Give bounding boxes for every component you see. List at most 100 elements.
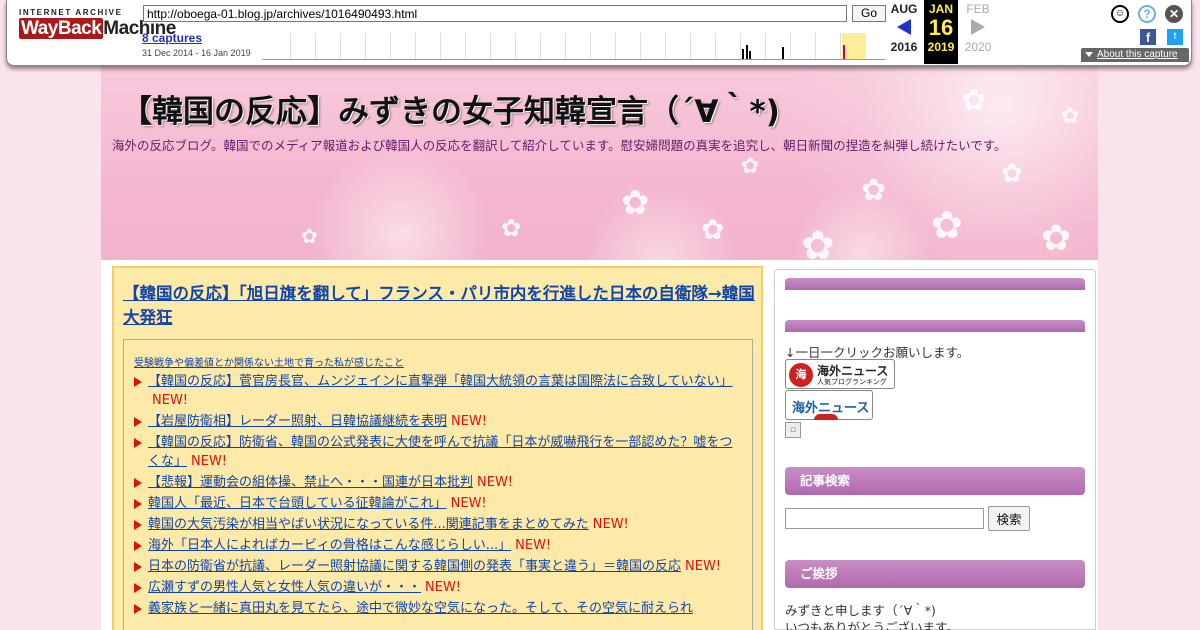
blossom-icon: ✿ bbox=[1001, 159, 1023, 189]
list-item: 韓国人「最近、日本で台頭している征韓論がこれ」 NEW! bbox=[134, 494, 742, 513]
blossom-icon: ✿ bbox=[1061, 104, 1080, 129]
blog-description: 海外の反応ブログ。韓国でのメディア報道および韓国人の反応を翻訳して紹介しています… bbox=[112, 138, 1007, 153]
wayback-current-month: JAN bbox=[928, 2, 953, 16]
new-badge: NEW! bbox=[477, 475, 514, 490]
facebook-icon[interactable]: f bbox=[1140, 29, 1156, 45]
related-link[interactable]: 【韓国の反応】菅官房長官、ムンジェインに直撃弾「韓国大統領の言葉は国際法に合致し… bbox=[148, 374, 733, 389]
sidebar-heading-empty bbox=[785, 320, 1085, 332]
greeting-heading: ご挨拶 bbox=[785, 560, 1085, 588]
user-icon[interactable]: ☺ bbox=[1111, 5, 1129, 23]
list-item: 広瀬すずの男性人気と女性人気の違いが・・・ NEW! bbox=[134, 578, 742, 597]
blossom-icon: ✿ bbox=[501, 214, 522, 242]
new-badge: NEW! bbox=[450, 496, 487, 511]
triangle-icon bbox=[134, 438, 142, 448]
list-item: 義家族と一緒に真田丸を見てたら、途中で微妙な空気になった。そして、その空気に耐え… bbox=[134, 599, 742, 618]
about-capture-button[interactable]: About this capture bbox=[1081, 48, 1189, 62]
related-heading-link[interactable]: 受験戦争や偏差値とか関係ない土地で育った私が感じたこと bbox=[134, 354, 742, 369]
triangle-icon bbox=[134, 520, 142, 530]
search-heading: 記事検索 bbox=[785, 467, 1085, 495]
blossom-icon: ✿ bbox=[861, 173, 887, 208]
broken-image-icon[interactable]: ▫ bbox=[785, 422, 801, 438]
related-link[interactable]: 【岩屋防衛相】レーダー照射、日韓協議継続を表明 bbox=[148, 414, 447, 429]
related-link[interactable]: 広瀬すずの男性人気と女性人気の違いが・・・ bbox=[148, 580, 421, 595]
greeting-line: いつもありがとうございます。 bbox=[785, 620, 959, 630]
content-area: 【韓国の反応】「旭日旗を翻して」フランス・パリ市内を行進した日本の自衛隊→韓国大… bbox=[101, 260, 1098, 630]
related-articles: 受験戦争や偏差値とか関係ない土地で育った私が感じたこと 【韓国の反応】菅官房長官… bbox=[123, 339, 753, 630]
wayback-prev-month[interactable]: AUG 2016 bbox=[887, 0, 921, 64]
triangle-icon bbox=[134, 541, 142, 551]
wayback-logo[interactable]: INTERNET ARCHIVE WayBack Machine bbox=[19, 8, 176, 50]
wayback-logo-way: WayBack bbox=[19, 18, 104, 39]
wayback-captures-link[interactable]: 8 captures bbox=[142, 31, 202, 45]
chevron-down-icon bbox=[1085, 51, 1093, 57]
wayback-toolbar: INTERNET ARCHIVE WayBackMachine Go 8 cap… bbox=[6, 0, 1192, 66]
wayback-logo-top: INTERNET ARCHIVE bbox=[19, 8, 123, 17]
blossom-icon: ✿ bbox=[701, 213, 725, 246]
wayback-current-date: JAN 16 2019 bbox=[924, 0, 958, 64]
related-link[interactable]: 海外「日本人によればカービィの骨格はこんな感じらしい...」 bbox=[148, 538, 511, 553]
ranking-banner-1[interactable]: 海 海外ニュース 人気ブログランキング bbox=[785, 359, 895, 389]
new-badge: NEW! bbox=[451, 414, 488, 429]
triangle-icon bbox=[134, 583, 142, 593]
wayback-sparkline[interactable] bbox=[262, 33, 885, 60]
article-title-link[interactable]: 【韓国の反応】「旭日旗を翻して」フランス・パリ市内を行進した日本の自衛隊→韓国大… bbox=[123, 282, 758, 330]
blossom-icon: ✿ bbox=[961, 83, 987, 118]
blossom-icon: ✿ bbox=[931, 203, 963, 247]
ranking-banner-subtitle: 人気ブログランキング bbox=[817, 378, 887, 386]
new-badge: NEW! bbox=[685, 559, 722, 574]
article: 【韓国の反応】「旭日旗を翻して」フランス・パリ市内を行進した日本の自衛隊→韓国大… bbox=[112, 266, 763, 630]
new-badge: NEW! bbox=[592, 517, 629, 532]
blog-title[interactable]: 【韓国の反応】みずきの女子知韓宣言（´∀｀*) bbox=[121, 86, 780, 131]
search-input[interactable] bbox=[785, 508, 984, 529]
new-badge: NEW! bbox=[152, 393, 189, 408]
wayback-date-range: 31 Dec 2014 - 16 Jan 2019 bbox=[142, 48, 251, 58]
related-link[interactable]: 日本の防衛省が抗議、レーダー照射協議に関する韓国側の発表「事実と違う」＝韓国の反… bbox=[148, 559, 681, 574]
list-item: 【韓国の反応】防衛省、韓国の公式発表に大使を呼んで抗議「日本が威嚇飛行を一部認め… bbox=[134, 433, 742, 471]
wayback-current-year: 2019 bbox=[927, 40, 955, 54]
related-link[interactable]: 【悲報】運動会の組体操、禁止へ・・・国連が日本批判 bbox=[148, 475, 473, 490]
wayback-next-year: 2020 bbox=[964, 40, 992, 54]
search-button[interactable]: 検索 bbox=[988, 506, 1030, 531]
wayback-next-month[interactable]: FEB 2020 bbox=[961, 0, 995, 64]
related-link[interactable]: 韓国人「最近、日本で台頭している征韓論がこれ」 bbox=[148, 496, 447, 511]
blossom-icon: ✿ bbox=[301, 224, 318, 248]
wayback-url-input[interactable] bbox=[143, 5, 847, 22]
blossom-icon: ✿ bbox=[1041, 218, 1072, 259]
close-icon[interactable]: ✕ bbox=[1165, 5, 1183, 23]
wayback-prev-month-label: AUG bbox=[890, 2, 918, 16]
wayback-current-day: 16 bbox=[928, 15, 954, 40]
list-item: 海外「日本人によればカービィの骨格はこんな感じらしい...」 NEW! bbox=[134, 536, 742, 555]
about-capture-label: About this capture bbox=[1097, 49, 1178, 60]
new-badge: NEW! bbox=[191, 454, 228, 469]
wayback-go-button[interactable]: Go bbox=[852, 5, 886, 22]
blossom-icon: ✿ bbox=[741, 154, 760, 179]
related-link[interactable]: 韓国の大気汚染が相当やばい状況になっている件...関連記事をまとめてみた bbox=[148, 517, 589, 532]
arrow-right-icon[interactable] bbox=[971, 19, 985, 35]
list-item: 【岩屋防衛相】レーダー照射、日韓協議継続を表明 NEW! bbox=[134, 412, 742, 431]
triangle-icon bbox=[134, 417, 142, 427]
half-circle-icon bbox=[814, 414, 838, 420]
help-icon[interactable]: ? bbox=[1138, 5, 1156, 23]
triangle-icon bbox=[134, 478, 142, 488]
list-item: 【韓国の反応】菅官房長官、ムンジェインに直撃弾「韓国大統領の言葉は国際法に合致し… bbox=[134, 372, 742, 410]
triangle-icon bbox=[134, 562, 142, 572]
list-item: 【悲報】運動会の組体操、禁止へ・・・国連が日本批判 NEW! bbox=[134, 473, 742, 492]
triangle-icon bbox=[134, 377, 142, 387]
wayback-next-month-label: FEB bbox=[966, 2, 990, 16]
new-badge: NEW! bbox=[515, 538, 552, 553]
ranking-banner-2[interactable]: 海外ニュース bbox=[785, 390, 873, 420]
triangle-icon bbox=[134, 604, 142, 614]
new-badge: NEW! bbox=[425, 580, 462, 595]
blossom-icon: ✿ bbox=[801, 223, 835, 260]
related-link[interactable]: 【韓国の反応】防衛省、韓国の公式発表に大使を呼んで抗議「日本が威嚇飛行を一部認め… bbox=[148, 435, 732, 469]
twitter-icon[interactable]: t bbox=[1167, 29, 1183, 45]
blossom-icon: ✿ bbox=[621, 183, 650, 223]
list-item: 日本の防衛省が抗議、レーダー照射協議に関する韓国側の発表「事実と違う」＝韓国の反… bbox=[134, 557, 742, 576]
sidebar: ↓一日一クリックお願いします。 海 海外ニュース 人気ブログランキング 海外ニュ… bbox=[774, 269, 1096, 630]
wayback-prev-year: 2016 bbox=[890, 40, 918, 54]
triangle-icon bbox=[134, 499, 142, 509]
sidebar-heading-empty bbox=[785, 278, 1085, 290]
arrow-left-icon[interactable] bbox=[897, 19, 911, 35]
related-link[interactable]: 義家族と一緒に真田丸を見てたら、途中で微妙な空気になった。そして、その空気に耐え… bbox=[148, 601, 693, 616]
blog-header: ✿ ✿ ✿ ✿ ✿ ✿ ✿ ✿ ✿ ✿ ✿ ✿ 【韓国の反応】みずきの女子知韓宣… bbox=[101, 66, 1098, 260]
